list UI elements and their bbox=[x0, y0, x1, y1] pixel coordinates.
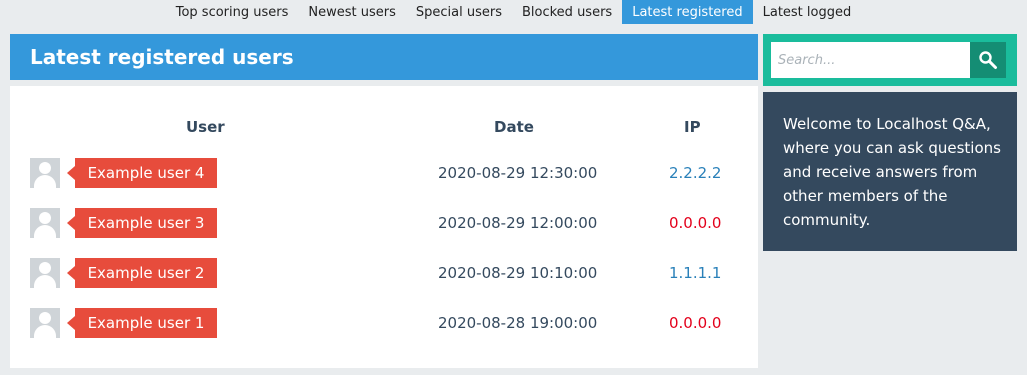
tab-newest-users[interactable]: Newest users bbox=[298, 0, 405, 24]
search-box bbox=[763, 34, 1017, 86]
search-button[interactable] bbox=[970, 42, 1006, 78]
user-link[interactable]: Example user 4 bbox=[67, 158, 217, 188]
search-input[interactable] bbox=[771, 42, 970, 78]
avatar-icon[interactable] bbox=[30, 158, 60, 188]
ip-link[interactable]: 2.2.2.2 bbox=[669, 158, 721, 188]
date-cell: 2020-08-29 12:30:00 bbox=[438, 164, 598, 182]
user-link[interactable]: Example user 2 bbox=[67, 258, 217, 288]
date-cell: 2020-08-29 12:00:00 bbox=[438, 214, 598, 232]
table-row: Example user 4 2020-08-29 12:30:00 2.2.2… bbox=[0, 158, 760, 192]
avatar-icon[interactable] bbox=[30, 208, 60, 238]
date-cell: 2020-08-28 19:00:00 bbox=[438, 314, 598, 332]
tab-top-scoring-users[interactable]: Top scoring users bbox=[166, 0, 299, 24]
avatar-icon[interactable] bbox=[30, 308, 60, 338]
ip-link[interactable]: 0.0.0.0 bbox=[669, 308, 721, 338]
column-header-user: User bbox=[186, 118, 225, 136]
user-link[interactable]: Example user 1 bbox=[67, 308, 217, 338]
column-header-ip: IP bbox=[684, 118, 701, 136]
table-row: Example user 1 2020-08-28 19:00:00 0.0.0… bbox=[0, 308, 760, 342]
search-icon bbox=[979, 51, 997, 69]
tab-blocked-users[interactable]: Blocked users bbox=[512, 0, 622, 24]
welcome-message: Welcome to Localhost Q&A, where you can … bbox=[763, 92, 1017, 251]
ip-link[interactable]: 0.0.0.0 bbox=[669, 208, 721, 238]
user-link[interactable]: Example user 3 bbox=[67, 208, 217, 238]
page-title: Latest registered users bbox=[10, 34, 758, 80]
date-cell: 2020-08-29 10:10:00 bbox=[438, 264, 598, 282]
avatar-icon[interactable] bbox=[30, 258, 60, 288]
table-row: Example user 2 2020-08-29 10:10:00 1.1.1… bbox=[0, 258, 760, 292]
column-header-date: Date bbox=[494, 118, 534, 136]
tab-latest-logged[interactable]: Latest logged bbox=[753, 0, 862, 24]
tab-latest-registered[interactable]: Latest registered bbox=[622, 0, 753, 24]
users-subnav: Top scoring users Newest users Special u… bbox=[0, 0, 1027, 24]
tab-special-users[interactable]: Special users bbox=[406, 0, 512, 24]
ip-link[interactable]: 1.1.1.1 bbox=[669, 258, 721, 288]
table-row: Example user 3 2020-08-29 12:00:00 0.0.0… bbox=[0, 208, 760, 242]
